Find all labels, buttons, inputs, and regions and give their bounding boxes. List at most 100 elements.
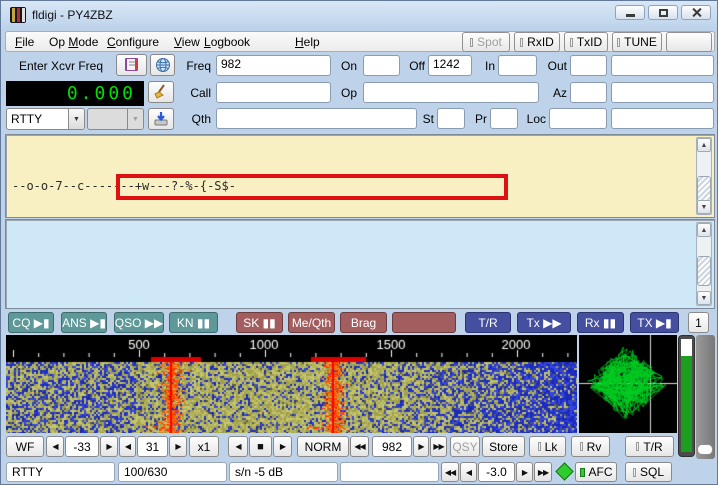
scroll-up-icon[interactable]: ▲ [697, 138, 711, 152]
macro-blank-button[interactable] [392, 312, 456, 333]
macro-rx-button[interactable]: Rx ▮▮ [577, 312, 624, 333]
menu-configure[interactable]: Configure [107, 35, 159, 49]
tx-scrollbar[interactable]: ▲ ▼ [696, 222, 712, 306]
lower-db-value[interactable]: -33 [65, 436, 99, 457]
carrier-frequency-value[interactable]: 982 [372, 436, 412, 457]
afc-offset-value[interactable]: -3.0 [478, 462, 515, 482]
rst-out-input[interactable] [570, 55, 607, 76]
carrier-coarse-up-button[interactable]: ▶▶ [430, 436, 447, 457]
logbook-button[interactable] [116, 54, 147, 76]
waterfall-display[interactable] [6, 335, 577, 433]
secondary-mode-select: ▼ [87, 108, 144, 130]
spot-indicator-icon [470, 38, 473, 47]
afc-toggle-button[interactable]: AFC [575, 462, 617, 482]
maximize-button[interactable] [648, 5, 678, 20]
carrier-up-button[interactable]: ▶ [413, 436, 429, 457]
afc-coarse-up-button[interactable]: ▶▶ [534, 462, 552, 482]
range-db-increase-button[interactable]: ▶ [169, 436, 187, 457]
xcvr-frequency-display[interactable]: 0.000 [6, 81, 144, 106]
macro-brag-button[interactable]: Brag [340, 312, 387, 333]
lower-db-increase-button[interactable]: ▶ [100, 436, 118, 457]
wf-speed-button[interactable]: NORM [297, 436, 349, 457]
rxid-toggle-button[interactable]: RxID [514, 32, 560, 52]
menu-file[interactable]: File [15, 35, 34, 49]
az-input[interactable] [570, 82, 607, 103]
macro-sk-button[interactable]: SK ▮▮ [236, 312, 283, 333]
squelch-slider[interactable] [696, 335, 715, 459]
lock-toggle-button[interactable]: Lk [529, 436, 566, 457]
menu-op-mode[interactable]: Op Mode [49, 35, 98, 49]
scroll-down-icon[interactable]: ▼ [697, 200, 711, 214]
menu-logbook[interactable]: Logbook [204, 35, 250, 49]
status-mode[interactable]: RTTY [6, 462, 115, 482]
store-button[interactable]: Store [482, 436, 525, 457]
lower-db-decrease-button[interactable]: ◀ [46, 436, 64, 457]
carrier-coarse-down-button[interactable]: ◀◀ [350, 436, 369, 457]
mode-select[interactable]: RTTY ▼ [6, 108, 85, 130]
macro-set-button[interactable]: 1 [688, 312, 709, 333]
minimize-button[interactable] [615, 5, 645, 20]
afc-coarse-down-button[interactable]: ◀◀ [441, 462, 459, 482]
afc-down-button[interactable]: ◀ [460, 462, 477, 482]
squelch-slider-handle[interactable] [697, 444, 713, 455]
close-icon [691, 7, 702, 18]
app-icon-stripe [17, 8, 20, 22]
macro-tx-button[interactable]: Tx ▶▶ [517, 312, 571, 333]
status-baud[interactable]: 100/630 [118, 462, 227, 482]
rx-scrollbar-thumb[interactable] [697, 176, 711, 202]
zoom-x1-button[interactable]: x1 [189, 436, 219, 457]
status-info [340, 462, 439, 482]
tune-button[interactable]: TUNE [612, 32, 662, 52]
app-icon-stripe [22, 8, 25, 22]
notes-input-1[interactable] [611, 55, 714, 76]
txid-toggle-button[interactable]: TxID [564, 32, 608, 52]
locator-label: Loc [510, 112, 546, 126]
close-button[interactable] [681, 5, 711, 20]
title-bar[interactable]: fldigi - PY4ZBZ [1, 1, 718, 30]
enter-xcvr-freq-label: Enter Xcvr Freq [9, 59, 113, 73]
scroll-right-button[interactable]: ▶ [273, 436, 292, 457]
notes-input-3[interactable] [611, 108, 714, 129]
macro-ans-button[interactable]: ANS ▶▮ [61, 312, 107, 333]
minimize-icon [626, 14, 635, 17]
time-off-label: Off [395, 59, 425, 73]
rx-text-pane[interactable]: --o-o-7--c-------+w---?-%-{-S$- ?--w-?;-… [5, 134, 715, 218]
freq-input[interactable]: 982 [216, 55, 331, 76]
notes-input-2[interactable] [611, 82, 714, 103]
locator-input[interactable] [549, 108, 607, 129]
macro-cq-button[interactable]: CQ ▶▮ [8, 312, 54, 333]
wf-mode-button[interactable]: WF [6, 436, 44, 457]
range-db-value[interactable]: 31 [137, 436, 168, 457]
signal-level-meter [678, 335, 695, 457]
macro-tr-button[interactable]: T/R [465, 312, 511, 333]
op-input[interactable] [363, 82, 539, 103]
macro-kn-button[interactable]: KN ▮▮ [169, 312, 218, 333]
macro-meqth-button[interactable]: Me/Qth [288, 312, 335, 333]
tr-toggle-button[interactable]: T/R [625, 436, 674, 457]
menu-help[interactable]: Help [295, 35, 320, 49]
sql-led-icon [633, 468, 636, 477]
blank-toggle-button[interactable] [666, 32, 712, 52]
tx-scrollbar-thumb[interactable] [697, 256, 711, 286]
reverse-toggle-button[interactable]: Rv [571, 436, 610, 457]
scroll-down-icon[interactable]: ▼ [697, 291, 711, 305]
macro-qso-button[interactable]: QSO ▶▶ [114, 312, 164, 333]
scroll-left-button[interactable]: ◀ [228, 436, 248, 457]
scroll-up-icon[interactable]: ▲ [697, 223, 711, 237]
wf-stop-button[interactable]: ■ [249, 436, 272, 457]
rxid-indicator-icon [520, 38, 523, 47]
time-on-label: On [319, 59, 357, 73]
qth-input[interactable] [216, 108, 417, 129]
qso-fields-panel: Enter Xcvr Freq Freq 982 On Off 1242 In … [1, 53, 718, 134]
macro-txend-button[interactable]: TX ▶▮ [630, 312, 679, 333]
rst-in-label: In [465, 59, 495, 73]
rx-scrollbar[interactable]: ▲ ▼ [696, 137, 712, 215]
mode-select-value: RTTY [7, 112, 68, 126]
menu-view[interactable]: View [174, 35, 200, 49]
logbook-icon [123, 57, 141, 73]
sql-toggle-button[interactable]: SQL [625, 462, 672, 482]
afc-up-button[interactable]: ▶ [516, 462, 533, 482]
tx-text-pane[interactable]: ▲ ▼ [5, 219, 715, 309]
range-db-decrease-button[interactable]: ◀ [119, 436, 136, 457]
call-input[interactable] [216, 82, 331, 103]
